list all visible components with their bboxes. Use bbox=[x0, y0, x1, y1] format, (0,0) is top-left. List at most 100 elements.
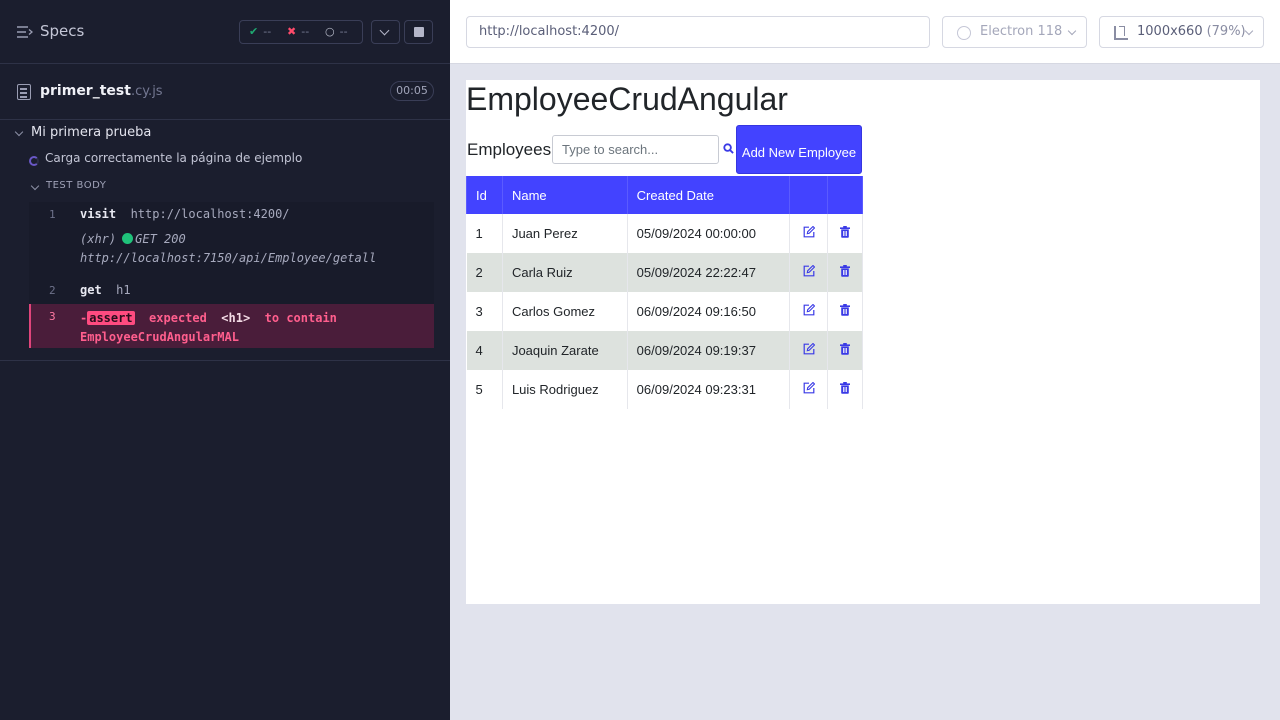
stop-button[interactable] bbox=[404, 20, 433, 44]
command-name: visit bbox=[80, 207, 117, 221]
running-spinner-icon bbox=[29, 156, 39, 166]
check-icon: ✔ bbox=[249, 25, 259, 38]
spec-extension: .cy.js bbox=[130, 84, 163, 99]
search-input[interactable] bbox=[552, 135, 719, 164]
failed-count: -- bbox=[301, 25, 310, 38]
edit-icon bbox=[803, 303, 815, 316]
electron-icon bbox=[957, 26, 971, 40]
divider bbox=[0, 360, 450, 361]
table-row: 4 Joaquin Zarate 06/09/2024 09:19:37 bbox=[466, 331, 863, 370]
spec-name-text: primer_test bbox=[40, 83, 131, 99]
pending-stat: ○ -- bbox=[325, 25, 348, 38]
command-visit[interactable]: 1 visit http://localhost:4200/ bbox=[29, 202, 434, 228]
delete-button[interactable] bbox=[827, 331, 863, 370]
trash-icon bbox=[840, 304, 851, 316]
test-stats: ✔ -- ✖ -- ○ -- bbox=[239, 20, 363, 44]
cell-id: 3 bbox=[466, 292, 503, 331]
delete-button[interactable] bbox=[827, 253, 863, 292]
search-icon[interactable] bbox=[723, 143, 734, 154]
browser-name: Electron 118 bbox=[980, 24, 1063, 39]
trash-icon bbox=[840, 343, 851, 355]
chevron-down-icon bbox=[1067, 26, 1077, 36]
chevron-down-icon bbox=[30, 181, 40, 191]
trash-icon bbox=[840, 382, 851, 394]
command-arg: http://localhost:4200/ bbox=[130, 207, 290, 221]
command-assert-failed[interactable]: 3 - assert expected <h1> to contain Emplo… bbox=[29, 304, 434, 348]
cell-name: Carla Ruiz bbox=[502, 253, 628, 292]
command-name: get bbox=[80, 283, 102, 297]
url-bar[interactable]: http://localhost:4200/ bbox=[466, 16, 930, 48]
xhr-url: http://localhost:7150/api/Employee/getal… bbox=[80, 251, 377, 265]
column-header-id[interactable]: Id bbox=[466, 176, 503, 214]
table-body: 1 Juan Perez 05/09/2024 00:00:00 2 Carla… bbox=[466, 214, 863, 409]
test-title: Carga correctamente la página de ejemplo bbox=[45, 151, 303, 165]
command-list: 1 visit http://localhost:4200/ (xhr) GET … bbox=[29, 202, 434, 348]
dropdown-button[interactable] bbox=[371, 20, 400, 44]
column-header-name[interactable]: Name bbox=[501, 176, 628, 214]
runner-header: Specs ✔ -- ✖ -- ○ -- bbox=[0, 0, 450, 64]
test-suite: Mi primera prueba Carga correctamente la… bbox=[0, 121, 450, 201]
test-row[interactable]: Carga correctamente la página de ejemplo bbox=[0, 147, 450, 174]
chevron-down-icon bbox=[379, 25, 390, 36]
cell-created-date: 06/09/2024 09:19:37 bbox=[627, 331, 791, 370]
delete-button[interactable] bbox=[827, 292, 863, 331]
pending-icon: ○ bbox=[325, 25, 335, 38]
edit-button[interactable] bbox=[789, 214, 829, 253]
trash-icon bbox=[840, 226, 851, 238]
viewport-size-selector[interactable]: 1000x660 (79%) bbox=[1099, 16, 1264, 48]
employees-label: Employees: bbox=[467, 140, 556, 159]
stop-icon bbox=[414, 27, 424, 37]
pending-count: -- bbox=[339, 25, 348, 38]
command-get[interactable]: 2 get h1 bbox=[29, 278, 434, 304]
edit-button[interactable] bbox=[789, 253, 829, 292]
add-employee-button[interactable]: Add New Employee bbox=[736, 125, 862, 174]
specs-list-icon[interactable] bbox=[17, 26, 33, 38]
edit-button[interactable] bbox=[789, 370, 829, 409]
passed-stat: ✔ -- bbox=[249, 25, 271, 38]
table-row: 5 Luis Rodriguez 06/09/2024 09:23:31 bbox=[466, 370, 863, 409]
cell-id: 2 bbox=[466, 253, 503, 292]
cell-created-date: 06/09/2024 09:23:31 bbox=[627, 370, 791, 409]
app-viewport: EmployeeCrudAngular Employees: Add New E… bbox=[466, 80, 1260, 604]
page-title: EmployeeCrudAngular bbox=[466, 81, 788, 117]
suite-row[interactable]: Mi primera prueba bbox=[0, 121, 450, 147]
cell-created-date: 06/09/2024 09:16:50 bbox=[627, 292, 791, 331]
browser-toolbar: http://localhost:4200/ Electron 118 1000… bbox=[450, 0, 1280, 64]
command-arg: h1 bbox=[116, 283, 131, 297]
command-number: 1 bbox=[49, 208, 56, 221]
edit-icon bbox=[803, 381, 815, 394]
employees-table: Id Name Created Date 1 Juan Perez 05/09/… bbox=[466, 176, 863, 409]
cell-name: Juan Perez bbox=[502, 214, 628, 253]
failed-stat: ✖ -- bbox=[287, 25, 309, 38]
command-number: 2 bbox=[49, 284, 56, 297]
delete-button[interactable] bbox=[827, 214, 863, 253]
command-xhr[interactable]: (xhr) GET 200 http://localhost:7150/api/E… bbox=[29, 228, 434, 278]
spec-file-name: primer_test.cy.js bbox=[40, 83, 163, 99]
chevron-down-icon bbox=[1244, 26, 1254, 36]
spec-header: primer_test.cy.js 00:05 bbox=[0, 64, 450, 120]
test-body-row[interactable]: TEST BODY bbox=[0, 174, 450, 201]
delete-button[interactable] bbox=[827, 370, 863, 409]
column-header-delete bbox=[827, 176, 863, 214]
cell-name: Joaquin Zarate bbox=[502, 331, 628, 370]
assert-value: EmployeeCrudAngularMAL bbox=[80, 330, 239, 344]
assert-text-expected: expected bbox=[149, 311, 207, 325]
document-icon bbox=[17, 84, 31, 100]
table-row: 1 Juan Perez 05/09/2024 00:00:00 bbox=[466, 214, 863, 253]
specs-label[interactable]: Specs bbox=[40, 22, 84, 40]
table-row: 2 Carla Ruiz 05/09/2024 22:22:47 bbox=[466, 253, 863, 292]
cell-id: 5 bbox=[466, 370, 503, 409]
command-log-panel: Specs ✔ -- ✖ -- ○ -- primer_test.cy.js 0… bbox=[0, 0, 450, 720]
cell-created-date: 05/09/2024 22:22:47 bbox=[627, 253, 791, 292]
suite-title: Mi primera prueba bbox=[31, 125, 152, 140]
assert-badge: assert bbox=[87, 311, 135, 325]
assert-text-contain: to contain bbox=[264, 311, 337, 325]
status-dot-icon bbox=[122, 233, 134, 244]
browser-selector[interactable]: Electron 118 bbox=[942, 16, 1087, 48]
viewport-size: 1000x660 bbox=[1137, 24, 1203, 39]
edit-button[interactable] bbox=[789, 292, 829, 331]
xhr-status: GET 200 bbox=[135, 232, 186, 246]
column-header-created-date[interactable]: Created Date bbox=[626, 176, 791, 214]
edit-button[interactable] bbox=[789, 331, 829, 370]
duration-badge: 00:05 bbox=[390, 81, 434, 101]
